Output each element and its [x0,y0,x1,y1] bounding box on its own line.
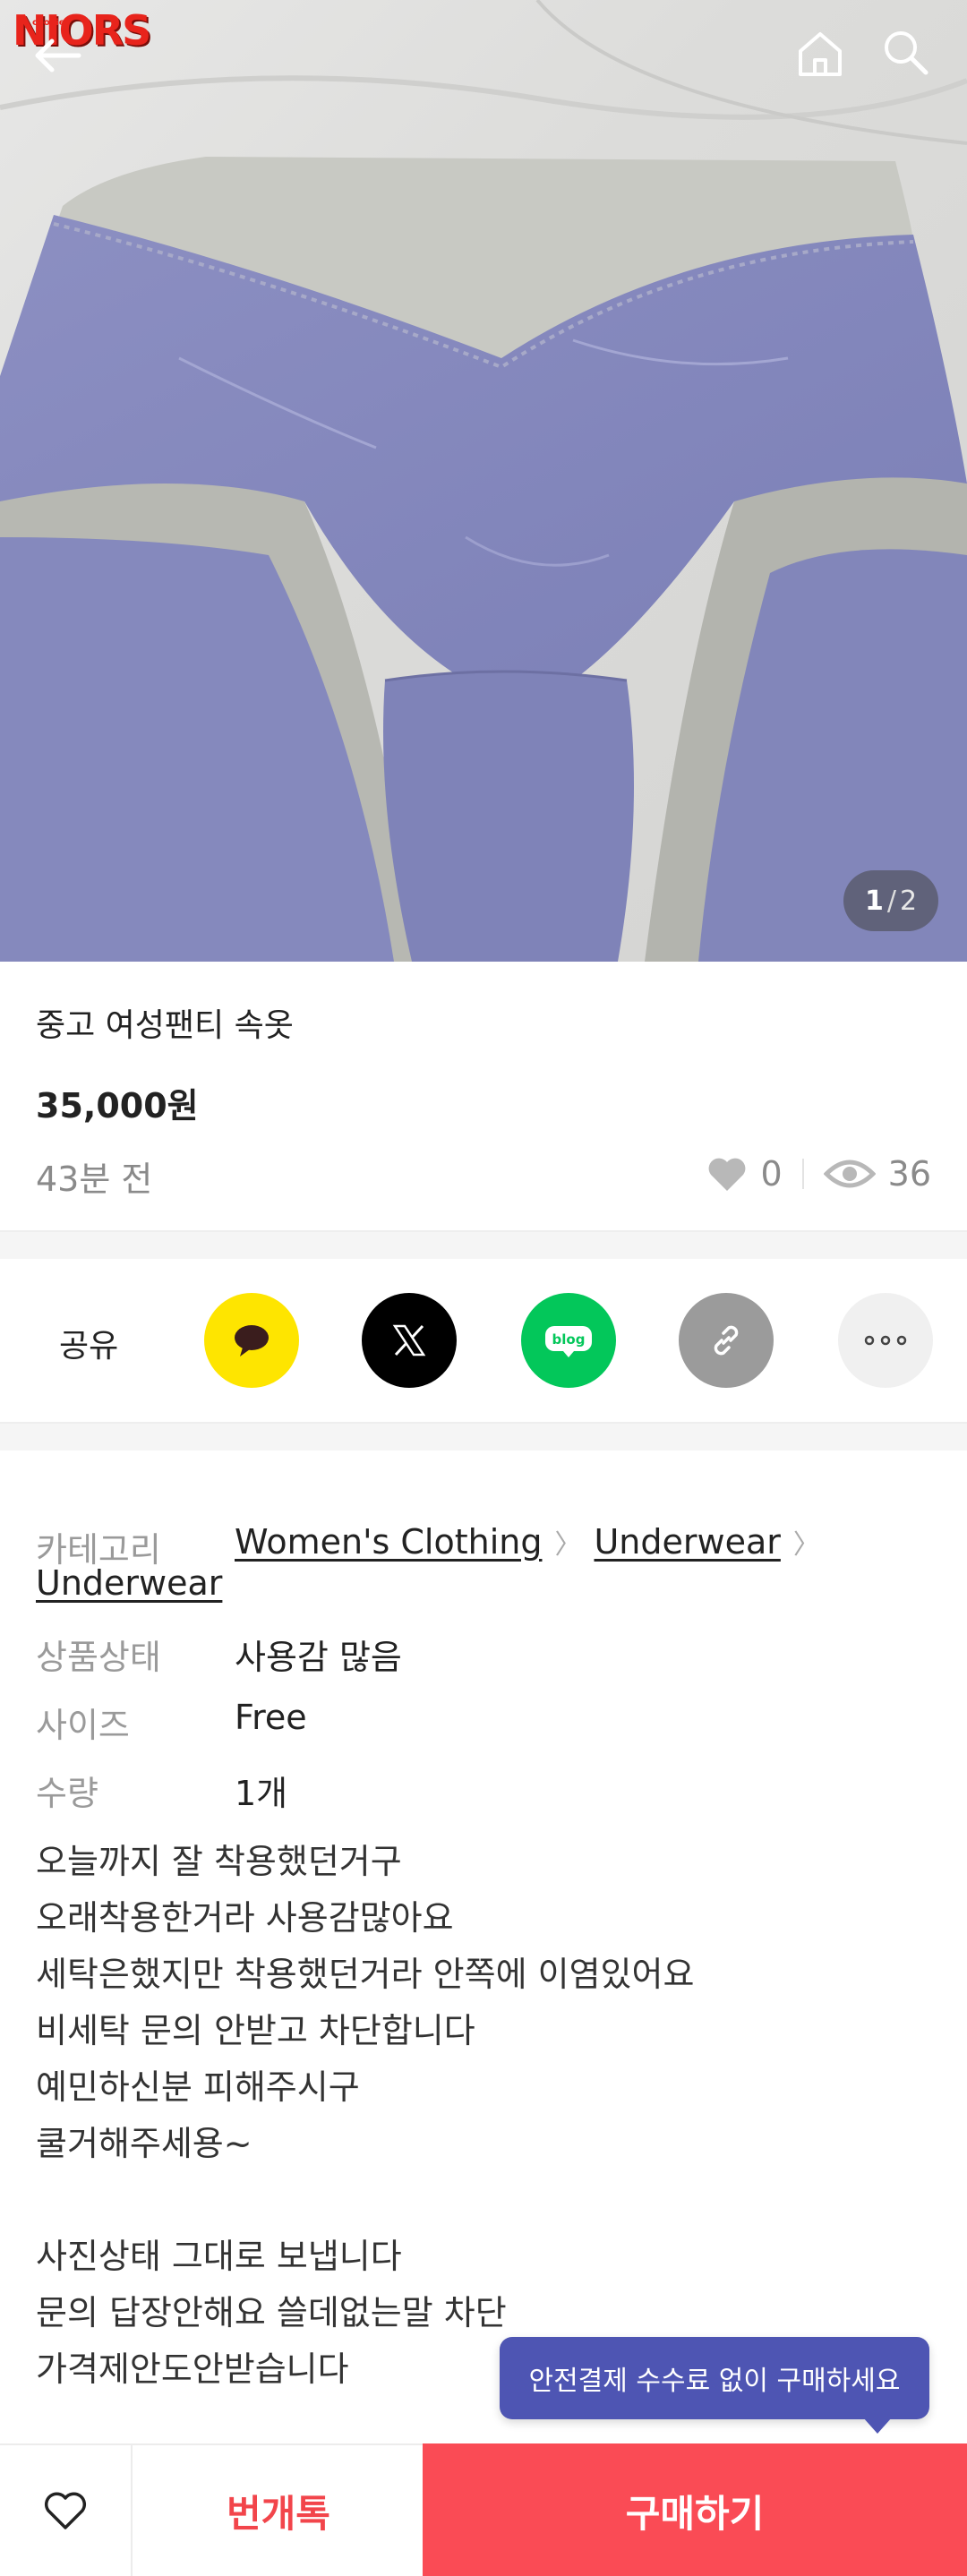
eye-icon [823,1160,876,1188]
back-button[interactable] [25,23,90,88]
category-link-womens-clothing[interactable]: Women's Clothing [235,1522,542,1562]
image-counter: 1 / 2 [843,870,938,931]
views-count: 36 [887,1154,931,1194]
blog-icon-text: blog [552,1331,586,1348]
category-link-underwear[interactable]: Underwear [594,1522,780,1562]
share-x-button[interactable] [362,1293,457,1388]
share-kakao-button[interactable] [204,1293,299,1388]
kakao-chat-icon [235,1325,269,1356]
description-line: 쿨거해주세용~ [36,2124,252,2163]
description-line: 비세탁 문의 안받고 차단합니다 [36,2011,475,2050]
favorite-button[interactable] [0,2445,133,2576]
safe-payment-tooltip[interactable]: 안전결제 수수료 없이 구매하세요 [500,2337,929,2434]
size-label: 사이즈 [36,1706,130,1745]
category-link-underwear-sub[interactable]: Underwear [36,1563,222,1603]
search-icon [885,31,928,75]
description-line: 예민하신분 피해주시구 [36,2067,360,2107]
image-counter-separator: / [886,885,896,917]
description-line [36,2172,694,2229]
heart-icon [709,1158,746,1191]
blog-icon: blog [545,1326,592,1357]
condition-label: 상품상태 [36,1638,161,1677]
product-title: 중고 여성팬티 속옷 [36,1007,294,1044]
x-logo-icon [392,1324,426,1356]
stats-divider [801,1159,804,1189]
tooltip-text: 안전결제 수수료 없이 구매하세요 [528,2366,901,2397]
share-label: 공유 [59,1328,119,1365]
image-counter-total: 2 [899,885,918,917]
description-line: 사진상태 그대로 보냅니다 [36,2237,402,2276]
product-price: 35,000원 [36,1086,199,1125]
likes-count: 0 [760,1154,783,1194]
home-button[interactable] [788,21,852,86]
quantity-label: 수량 [36,1774,98,1813]
home-icon [799,32,842,76]
posted-time: 43분 전 [36,1160,153,1199]
quantity-value: 1개 [235,1774,288,1813]
search-button[interactable] [873,20,937,84]
heart-outline-icon [44,2492,87,2529]
top-bar: cookie NIORS [0,0,967,107]
size-value: Free [235,1698,307,1737]
buy-button[interactable]: 구매하기 [423,2443,967,2576]
section-gap [0,1232,967,1259]
link-icon [714,1325,739,1356]
description-line: 문의 답장안해요 쓸데없는말 차단 [36,2293,507,2332]
image-counter-current: 1 [864,885,884,917]
product-description: 오늘까지 잘 착용했던거구 오래착용한거라 사용감많아요 세탁은했지만 착용했던… [36,1834,694,2398]
more-icon [864,1335,907,1346]
description-line: 오래착용한거라 사용감많아요 [36,1898,454,1938]
chevron-right-icon: 〉 [554,1529,582,1561]
bottom-action-bar: 번개톡 구매하기 [0,2443,967,2576]
share-blog-button[interactable]: blog [521,1293,616,1388]
chat-button[interactable]: 번개톡 [134,2445,423,2576]
share-more-button[interactable] [838,1293,933,1388]
product-stats: 0 36 [706,1150,931,1198]
category-breadcrumb: Women's Clothing 〉 Underwear 〉 [235,1522,833,1562]
condition-value: 사용감 많음 [235,1638,402,1677]
arrow-left-icon [35,39,81,73]
chevron-right-icon: 〉 [792,1529,820,1561]
tooltip-tail [863,2418,892,2434]
product-image[interactable]: cookie NIORS 1 / 2 [0,0,967,962]
category-breadcrumb-wrap: Underwear [36,1563,222,1603]
share-link-button[interactable] [679,1293,774,1388]
description-line: 세탁은했지만 착용했던거라 안쪽에 이염있어요 [36,1955,695,1994]
section-gap [0,1424,967,1451]
description-line: 오늘까지 잘 착용했던거구 [36,1842,402,1881]
product-photo-illustration [0,0,967,962]
